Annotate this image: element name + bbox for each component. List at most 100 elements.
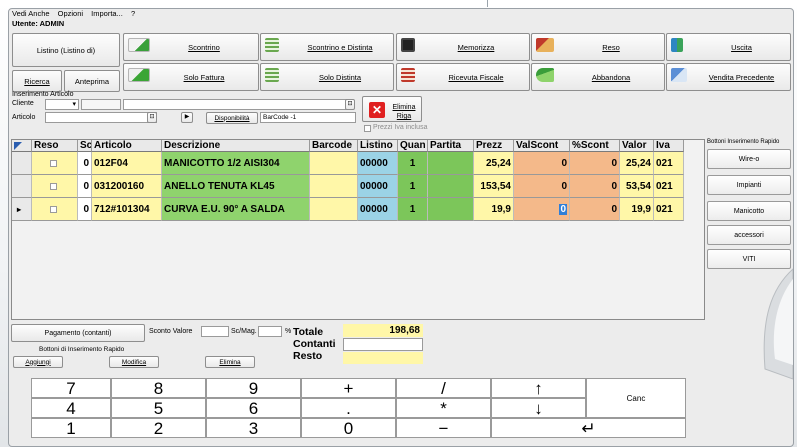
- reso-checkbox[interactable]: [50, 183, 57, 190]
- reso-cell[interactable]: [32, 152, 78, 175]
- sconto-valore-input[interactable]: [201, 326, 229, 337]
- partita-cell[interactable]: [428, 152, 474, 175]
- reso-cell[interactable]: [32, 198, 78, 221]
- reso-button[interactable]: Reso: [531, 33, 665, 61]
- modifica-button[interactable]: Modifica: [109, 356, 159, 368]
- key-8[interactable]: 8: [111, 378, 206, 398]
- prezzi-iva-checkbox[interactable]: [364, 125, 371, 132]
- solo-fattura-button[interactable]: Solo Fattura: [123, 63, 259, 91]
- listino-button[interactable]: Listino (Listino di): [12, 33, 120, 67]
- pscont-cell[interactable]: 0: [570, 175, 620, 198]
- valore-cell[interactable]: 25,24: [620, 152, 654, 175]
- partita-cell[interactable]: [428, 175, 474, 198]
- listino-cell[interactable]: 00000: [358, 198, 398, 221]
- key-0[interactable]: 0: [301, 418, 396, 438]
- key-divide[interactable]: /: [396, 378, 491, 398]
- key-multiply[interactable]: *: [396, 398, 491, 418]
- valscont-cell[interactable]: 0: [514, 175, 570, 198]
- solo-distinta-button[interactable]: Solo Distinta: [260, 63, 394, 91]
- col-sc[interactable]: Sc: [78, 140, 92, 152]
- vendita-precedente-button[interactable]: Vendita Precedente: [666, 63, 791, 91]
- key-2[interactable]: 2: [111, 418, 206, 438]
- pagamento-button[interactable]: Pagamento (contanti): [11, 324, 145, 342]
- articolo-cell[interactable]: 012F04: [92, 152, 162, 175]
- quick-button-manicotto[interactable]: Manicotto: [707, 201, 791, 221]
- menu-help[interactable]: ?: [131, 9, 135, 18]
- articolo-cell[interactable]: 712#101304: [92, 198, 162, 221]
- reso-checkbox[interactable]: [50, 160, 57, 167]
- col-reso[interactable]: Reso: [32, 140, 78, 152]
- play-icon[interactable]: ▶: [181, 112, 193, 123]
- sc-mag-input[interactable]: [258, 326, 282, 337]
- menu-vedi-anche[interactable]: Vedi Anche: [12, 9, 50, 18]
- cliente-name-field[interactable]: [123, 99, 351, 110]
- key-4[interactable]: 4: [31, 398, 111, 418]
- col-pscont[interactable]: %Scont: [570, 140, 620, 152]
- barcode-field[interactable]: BarCode -1: [260, 112, 356, 123]
- articolo-search-icon[interactable]: ⊡: [147, 112, 157, 123]
- anteprima-button[interactable]: Anteprima: [64, 70, 120, 92]
- down-arrow-key-icon[interactable]: ↓: [491, 398, 586, 418]
- aggiungi-button[interactable]: Aggiungi: [13, 356, 63, 368]
- cliente-select[interactable]: ▾: [45, 99, 79, 110]
- col-partita[interactable]: Partita: [428, 140, 474, 152]
- ricevuta-fiscale-button[interactable]: Ricevuta Fiscale: [396, 63, 530, 91]
- barcode-cell[interactable]: [310, 175, 358, 198]
- prezzo-cell[interactable]: 25,24: [474, 152, 514, 175]
- quan-cell[interactable]: 1: [398, 152, 428, 175]
- valscont-cell-selected[interactable]: 0: [514, 198, 570, 221]
- descrizione-cell[interactable]: MANICOTTO 1/2 AISI304: [162, 152, 310, 175]
- barcode-cell[interactable]: [310, 198, 358, 221]
- col-barcode[interactable]: Barcode: [310, 140, 358, 152]
- descrizione-cell[interactable]: ANELLO TENUTA KL45: [162, 175, 310, 198]
- row-selector[interactable]: [12, 152, 32, 175]
- scontrino-distinta-button[interactable]: Scontrino e Distinta: [260, 33, 394, 61]
- articolo-cell[interactable]: 031200160: [92, 175, 162, 198]
- partita-cell[interactable]: [428, 198, 474, 221]
- col-iva[interactable]: Iva: [654, 140, 684, 152]
- quick-button-wire-o[interactable]: Wire-o: [707, 149, 791, 169]
- quick-button-accessori[interactable]: accessori: [707, 225, 791, 245]
- contanti-input[interactable]: [343, 338, 423, 351]
- col-listino[interactable]: Listino: [358, 140, 398, 152]
- abbandona-button[interactable]: Abbandona: [531, 63, 665, 91]
- cliente-code-field[interactable]: [81, 99, 121, 110]
- key-5[interactable]: 5: [111, 398, 206, 418]
- menu-opzioni[interactable]: Opzioni: [58, 9, 83, 18]
- quan-cell[interactable]: 1: [398, 175, 428, 198]
- key-6[interactable]: 6: [206, 398, 301, 418]
- sc-cell[interactable]: 0: [78, 198, 92, 221]
- reso-cell[interactable]: [32, 175, 78, 198]
- scontrino-button[interactable]: Scontrino: [123, 33, 259, 61]
- barcode-cell[interactable]: [310, 152, 358, 175]
- quick-button-impianti[interactable]: Impianti: [707, 175, 791, 195]
- elimina-riga-button[interactable]: ✕ Elimina Riga: [362, 96, 422, 122]
- key-7[interactable]: 7: [31, 378, 111, 398]
- col-quan[interactable]: Quan: [398, 140, 428, 152]
- key-1[interactable]: 1: [31, 418, 111, 438]
- iva-cell[interactable]: 021: [654, 175, 684, 198]
- key-9[interactable]: 9: [206, 378, 301, 398]
- col-prezzo[interactable]: Prezz: [474, 140, 514, 152]
- key-minus[interactable]: −: [396, 418, 491, 438]
- sc-cell[interactable]: 0: [78, 175, 92, 198]
- row-selector[interactable]: [12, 175, 32, 198]
- pscont-cell[interactable]: 0: [570, 198, 620, 221]
- valscont-cell[interactable]: 0: [514, 152, 570, 175]
- col-articolo[interactable]: Articolo: [92, 140, 162, 152]
- prezzo-cell[interactable]: 153,54: [474, 175, 514, 198]
- up-arrow-key-icon[interactable]: ↑: [491, 378, 586, 398]
- canc-key[interactable]: Canc: [586, 378, 686, 418]
- reso-checkbox[interactable]: [50, 206, 57, 213]
- listino-cell[interactable]: 00000: [358, 175, 398, 198]
- col-valore[interactable]: Valor: [620, 140, 654, 152]
- pscont-cell[interactable]: 0: [570, 152, 620, 175]
- iva-cell[interactable]: 021: [654, 152, 684, 175]
- iva-cell[interactable]: 021: [654, 198, 684, 221]
- col-descrizione[interactable]: Descrizione: [162, 140, 310, 152]
- col-valscont[interactable]: ValScont: [514, 140, 570, 152]
- descrizione-cell[interactable]: CURVA E.U. 90° A SALDA: [162, 198, 310, 221]
- key-3[interactable]: 3: [206, 418, 301, 438]
- prezzo-cell[interactable]: 19,9: [474, 198, 514, 221]
- elimina-button[interactable]: Elimina: [205, 356, 255, 368]
